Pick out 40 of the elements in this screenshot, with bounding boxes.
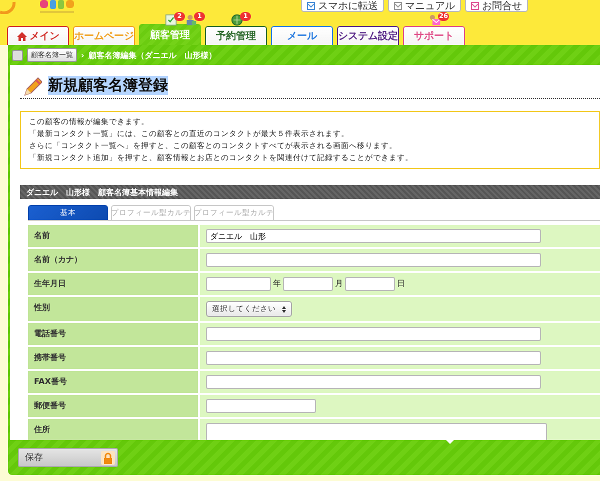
field-label: 名前（カナ） (28, 249, 198, 271)
nav-tab[interactable]: メイン (7, 26, 69, 45)
date-unit: 年 (273, 278, 281, 290)
text-field[interactable] (206, 399, 316, 413)
nav-tab[interactable]: サポート (403, 26, 465, 45)
updown-icon (282, 306, 286, 312)
nav-tab[interactable]: システム設定 (337, 26, 399, 45)
save-button[interactable]: 保存 (18, 448, 118, 467)
field-label: 名前 (28, 225, 198, 247)
number-field[interactable] (206, 277, 271, 291)
text-field[interactable] (206, 327, 541, 341)
date-unit: 日 (397, 278, 405, 290)
mail-icon (471, 2, 479, 10)
text-field[interactable] (206, 351, 541, 365)
field-label: 携帯番号 (28, 347, 198, 369)
breadcrumb-current: 顧客名簿編集（ダニエル 山形様） (88, 50, 216, 60)
section-header: ダニエル 山形様 顧客名簿基本情報編集 (20, 185, 600, 199)
up-icon[interactable] (12, 50, 23, 60)
text-field[interactable] (206, 253, 541, 267)
nav-tab[interactable]: 予約管理 (205, 26, 267, 45)
number-field[interactable] (345, 277, 395, 291)
breadcrumb-separator: › (81, 50, 84, 60)
pencil-icon (22, 76, 42, 96)
field-label: 性別 (28, 297, 198, 321)
date-unit: 月 (335, 278, 343, 290)
field-label: FAX番号 (28, 371, 198, 393)
lock-icon (101, 450, 115, 464)
nav-tab[interactable]: メール (271, 26, 333, 45)
header-link[interactable]: マニュアル (388, 0, 461, 12)
field-label: 電話番号 (28, 323, 198, 345)
field-label: 生年月日 (28, 273, 198, 295)
home-icon (16, 32, 26, 40)
text-field[interactable] (206, 375, 541, 389)
text-field[interactable]: ダニエル 山形 (206, 229, 541, 243)
number-field[interactable] (283, 277, 333, 291)
header-link[interactable]: スマホに転送 (301, 0, 384, 12)
field-label: 郵便番号 (28, 395, 198, 417)
header-link[interactable]: お問合せ (465, 0, 528, 12)
field-label: 住所 (28, 419, 198, 440)
page-title: 新規顧客名簿登録 (48, 76, 168, 95)
